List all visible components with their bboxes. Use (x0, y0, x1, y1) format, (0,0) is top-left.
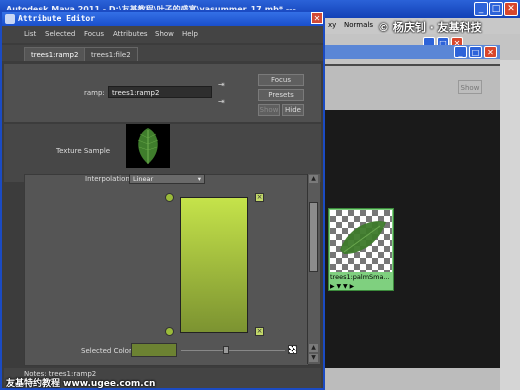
ramp-top-color-handle[interactable] (165, 193, 174, 202)
right-scrollbar[interactable] (500, 60, 520, 390)
menu-attributes[interactable]: Attributes (113, 30, 148, 38)
node-swatch (330, 210, 392, 272)
focus-button[interactable]: Focus (258, 74, 304, 86)
shader-node[interactable]: trees1:palmSma... ▶ ▼ ▼ ▶ (328, 208, 394, 291)
scroll-up-icon[interactable]: ▲ (309, 175, 318, 183)
leaf-icon (137, 128, 159, 164)
scroll-up-icon[interactable]: ▲ (309, 344, 318, 352)
map-texture-icon[interactable] (288, 345, 297, 354)
tab-ramp2[interactable]: trees1:ramp2 (24, 47, 86, 61)
maximize-icon[interactable]: □ (489, 2, 503, 16)
watermark-top: © 杨庆钊 · 友基科技 (378, 21, 482, 34)
menu-show[interactable]: Show (155, 30, 174, 38)
menu-proxy[interactable]: xy (328, 21, 336, 29)
output-connection-icon[interactable]: ⇥ (218, 97, 225, 106)
window-icon (5, 14, 15, 24)
watermark-bottom: 友基特约教程 www.ugee.com.cn (6, 379, 156, 389)
texture-sample-swatch (126, 124, 170, 168)
interpolation-label: Interpolation (85, 175, 130, 183)
window-title: Attribute Editor (18, 14, 96, 23)
selected-color-label: Selected Color (81, 347, 132, 355)
hypershade-title-bar: _ □ ✕ (325, 45, 500, 59)
presets-button[interactable]: Presets (258, 89, 304, 101)
ramp-bottom-delete-icon[interactable]: × (255, 327, 264, 336)
hypershade-close-icon[interactable]: ✕ (484, 46, 497, 58)
menu-selected[interactable]: Selected (45, 30, 75, 38)
show-button[interactable]: Show (458, 80, 482, 94)
hypershade-minimize-icon[interactable]: _ (454, 46, 467, 58)
vertical-scrollbar[interactable]: ▲ ▲ ▼ (307, 174, 320, 364)
node-header: ramp: trees1:ramp2 ⇥ ⇥ Focus Presets Sho… (4, 64, 321, 122)
selected-color-slider-thumb[interactable] (223, 346, 229, 354)
ramp-bottom-color-handle[interactable] (165, 327, 174, 336)
ramp-top-delete-icon[interactable]: × (255, 193, 264, 202)
ramp-name-field[interactable]: trees1:ramp2 (108, 86, 212, 98)
hide-button[interactable]: Hide (282, 104, 304, 116)
scrollbar-thumb[interactable] (309, 202, 318, 272)
menu-focus[interactable]: Focus (84, 30, 104, 38)
minimize-icon[interactable]: _ (474, 2, 488, 16)
node-ports[interactable]: ▶ ▼ ▼ ▶ (330, 283, 392, 290)
texture-sample-label: Texture Sample (56, 147, 111, 155)
close-icon[interactable]: ✕ (311, 12, 323, 24)
show-button[interactable]: Show (258, 104, 280, 116)
menu-normals[interactable]: Normals (344, 21, 373, 29)
selected-color-slider[interactable] (181, 350, 285, 351)
node-label: trees1:palmSma... (330, 273, 390, 281)
interpolation-value: Linear (133, 175, 154, 183)
bottom-scrollbar[interactable] (325, 368, 500, 390)
hypershade-maximize-icon[interactable]: □ (469, 46, 482, 58)
tab-file2[interactable]: trees1:file2 (84, 47, 138, 61)
attribute-editor-window: Attribute Editor ✕ List Selected Focus A… (0, 10, 325, 390)
node-tabs: trees1:ramp2 trees1:file2 (2, 45, 323, 61)
menu-help[interactable]: Help (182, 30, 198, 38)
chevron-down-icon: ▾ (197, 175, 201, 183)
selected-color-swatch[interactable] (131, 343, 177, 357)
close-icon[interactable]: ✕ (504, 2, 518, 16)
menu-bar: List Selected Focus Attributes Show Help (2, 26, 323, 43)
interpolation-select[interactable]: Linear ▾ (129, 174, 205, 184)
scroll-down-icon[interactable]: ▼ (309, 354, 318, 362)
leaf-icon (340, 221, 386, 254)
attribute-editor-title-bar[interactable]: Attribute Editor ✕ (2, 12, 323, 26)
ramp-gradient[interactable] (180, 197, 248, 333)
ramp-label: ramp: (84, 89, 105, 97)
ramp-attributes-section: Interpolation Linear ▾ × × Selected Colo… (24, 174, 309, 366)
input-connection-icon[interactable]: ⇥ (218, 80, 225, 89)
menu-list[interactable]: List (24, 30, 36, 38)
